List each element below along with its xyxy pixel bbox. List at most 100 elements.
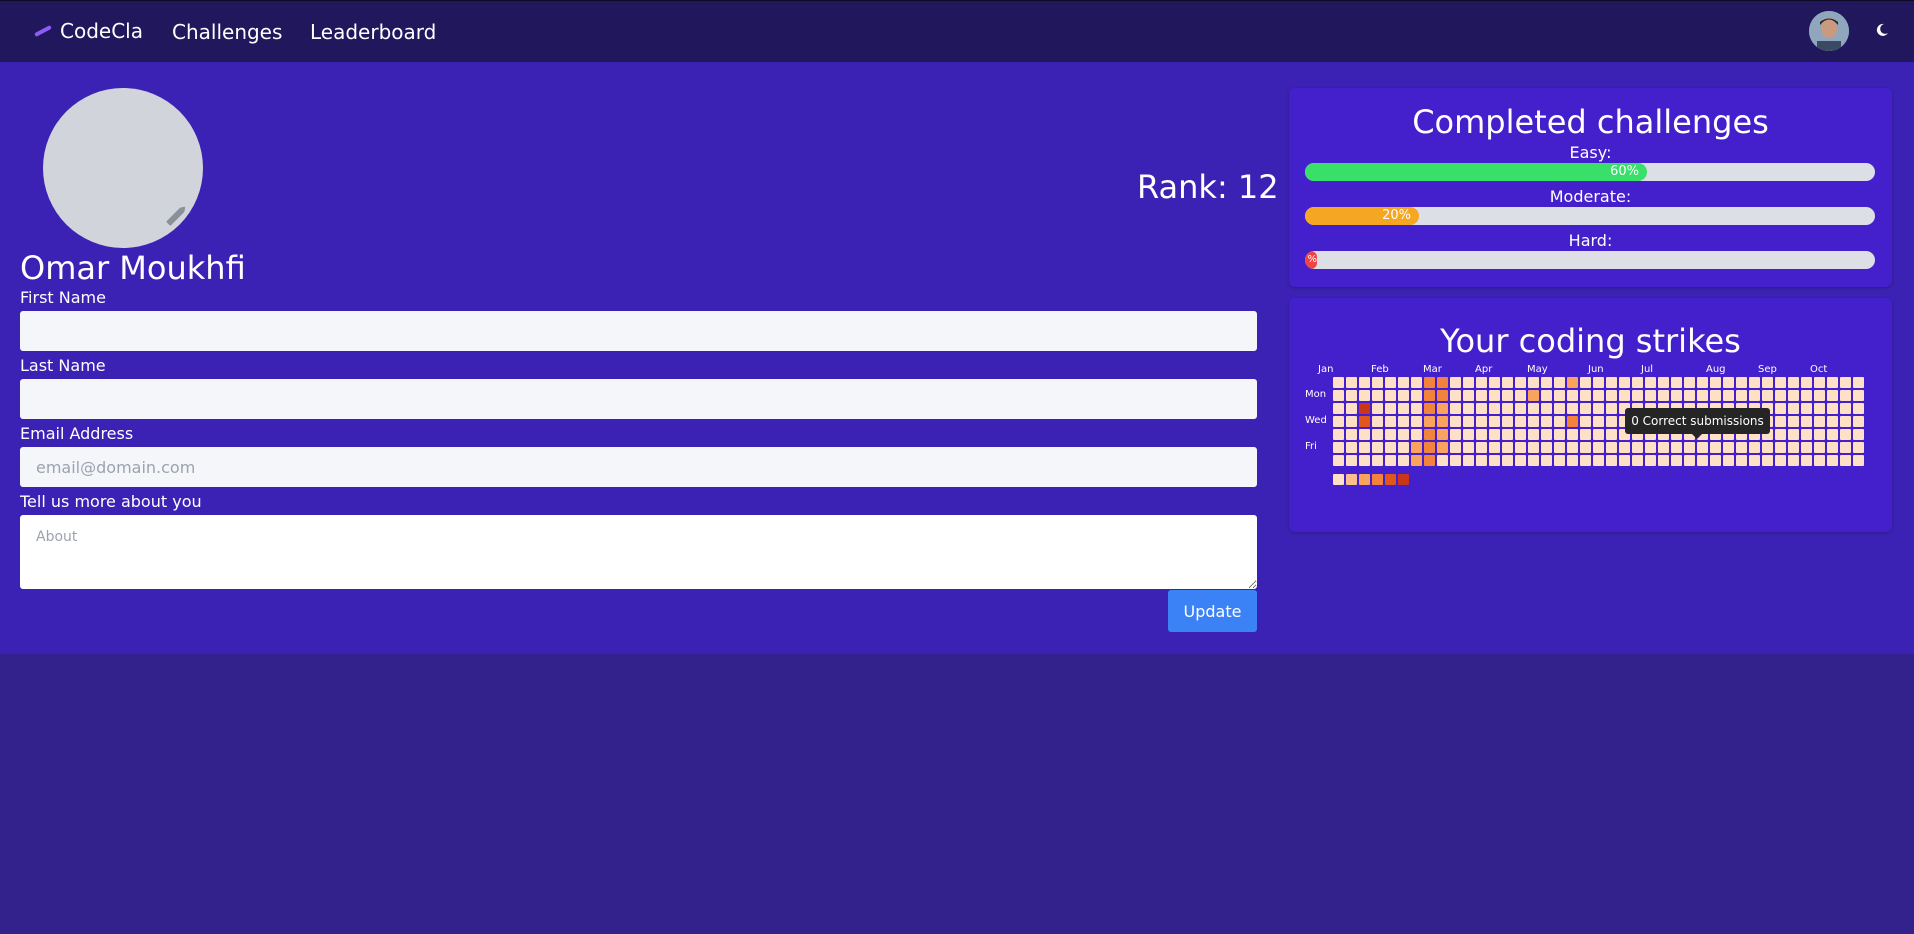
heatmap-cell[interactable]	[1827, 377, 1838, 388]
heatmap-cell[interactable]	[1749, 442, 1760, 453]
heatmap-cell[interactable]	[1788, 442, 1799, 453]
heatmap-cell[interactable]	[1411, 377, 1422, 388]
heatmap-cell[interactable]	[1346, 390, 1357, 401]
heatmap-cell[interactable]	[1346, 429, 1357, 440]
heatmap-cell[interactable]	[1398, 416, 1409, 427]
heatmap-cell[interactable]	[1450, 377, 1461, 388]
heatmap-cell[interactable]	[1567, 377, 1578, 388]
heatmap-cell[interactable]	[1476, 455, 1487, 466]
heatmap-cell[interactable]	[1528, 390, 1539, 401]
heatmap-cell[interactable]	[1359, 455, 1370, 466]
heatmap-cell[interactable]	[1528, 377, 1539, 388]
heatmap-cell[interactable]	[1463, 377, 1474, 388]
heatmap-cell[interactable]	[1398, 390, 1409, 401]
heatmap-cell[interactable]	[1424, 390, 1435, 401]
heatmap-cell[interactable]	[1541, 455, 1552, 466]
heatmap-cell[interactable]	[1606, 403, 1617, 414]
heatmap-cell[interactable]	[1853, 377, 1864, 388]
heatmap-cell[interactable]	[1333, 416, 1344, 427]
heatmap-cell[interactable]	[1346, 377, 1357, 388]
heatmap-cell[interactable]	[1853, 429, 1864, 440]
heatmap-cell[interactable]	[1619, 442, 1630, 453]
heatmap-cell[interactable]	[1658, 455, 1669, 466]
heatmap-cell[interactable]	[1606, 429, 1617, 440]
heatmap-cell[interactable]	[1710, 455, 1721, 466]
heatmap-cell[interactable]	[1580, 416, 1591, 427]
heatmap-cell[interactable]	[1593, 416, 1604, 427]
heatmap-cell[interactable]	[1814, 442, 1825, 453]
heatmap-cell[interactable]	[1723, 377, 1734, 388]
heatmap-cell[interactable]	[1632, 377, 1643, 388]
heatmap-cell[interactable]	[1450, 403, 1461, 414]
heatmap-cell[interactable]	[1658, 377, 1669, 388]
heatmap-cell[interactable]	[1762, 390, 1773, 401]
heatmap-cell[interactable]	[1606, 390, 1617, 401]
heatmap-cell[interactable]	[1554, 390, 1565, 401]
heatmap-cell[interactable]	[1541, 442, 1552, 453]
heatmap-cell[interactable]	[1528, 455, 1539, 466]
heatmap-cell[interactable]	[1801, 403, 1812, 414]
heatmap-cell[interactable]	[1749, 377, 1760, 388]
heatmap-cell[interactable]	[1489, 416, 1500, 427]
heatmap-cell[interactable]	[1671, 442, 1682, 453]
heatmap-cell[interactable]	[1515, 390, 1526, 401]
heatmap-cell[interactable]	[1840, 455, 1851, 466]
heatmap-cell[interactable]	[1619, 455, 1630, 466]
heatmap-cell[interactable]	[1333, 403, 1344, 414]
heatmap-cell[interactable]	[1645, 377, 1656, 388]
heatmap-cell[interactable]	[1788, 416, 1799, 427]
heatmap-cell[interactable]	[1541, 390, 1552, 401]
heatmap-cell[interactable]	[1346, 455, 1357, 466]
heatmap-cell[interactable]	[1606, 416, 1617, 427]
heatmap-cell[interactable]	[1593, 442, 1604, 453]
heatmap-cell[interactable]	[1827, 390, 1838, 401]
heatmap-cell[interactable]	[1801, 390, 1812, 401]
heatmap-cell[interactable]	[1593, 377, 1604, 388]
heatmap-cell[interactable]	[1801, 429, 1812, 440]
heatmap-cell[interactable]	[1359, 377, 1370, 388]
heatmap-cell[interactable]	[1489, 377, 1500, 388]
heatmap-cell[interactable]	[1372, 390, 1383, 401]
heatmap-cell[interactable]	[1346, 403, 1357, 414]
heatmap-cell[interactable]	[1697, 377, 1708, 388]
heatmap-cell[interactable]	[1775, 429, 1786, 440]
about-field[interactable]	[20, 515, 1257, 589]
heatmap-cell[interactable]	[1372, 416, 1383, 427]
heatmap-cell[interactable]	[1528, 403, 1539, 414]
heatmap-cell[interactable]	[1476, 390, 1487, 401]
heatmap-cell[interactable]	[1333, 429, 1344, 440]
heatmap-cell[interactable]	[1359, 416, 1370, 427]
heatmap-cell[interactable]	[1619, 377, 1630, 388]
heatmap-cell[interactable]	[1437, 455, 1448, 466]
heatmap-cell[interactable]	[1788, 403, 1799, 414]
heatmap-cell[interactable]	[1593, 390, 1604, 401]
heatmap-cell[interactable]	[1346, 442, 1357, 453]
heatmap-cell[interactable]	[1671, 455, 1682, 466]
heatmap-cell[interactable]	[1788, 429, 1799, 440]
heatmap-cell[interactable]	[1359, 442, 1370, 453]
heatmap-cell[interactable]	[1593, 455, 1604, 466]
heatmap-cell[interactable]	[1775, 390, 1786, 401]
heatmap-cell[interactable]	[1723, 455, 1734, 466]
heatmap-cell[interactable]	[1489, 390, 1500, 401]
heatmap-cell[interactable]	[1632, 455, 1643, 466]
heatmap-cell[interactable]	[1853, 416, 1864, 427]
heatmap-cell[interactable]	[1372, 403, 1383, 414]
heatmap-cell[interactable]	[1801, 442, 1812, 453]
heatmap-cell[interactable]	[1814, 403, 1825, 414]
email-field[interactable]	[20, 447, 1257, 487]
heatmap-cell[interactable]	[1489, 403, 1500, 414]
heatmap-cell[interactable]	[1853, 403, 1864, 414]
heatmap-cell[interactable]	[1775, 377, 1786, 388]
heatmap-cell[interactable]	[1554, 377, 1565, 388]
heatmap-cell[interactable]	[1502, 429, 1513, 440]
heatmap-cell[interactable]	[1411, 416, 1422, 427]
heatmap-cell[interactable]	[1515, 429, 1526, 440]
heatmap-cell[interactable]	[1788, 377, 1799, 388]
heatmap-cell[interactable]	[1411, 429, 1422, 440]
heatmap-cell[interactable]	[1398, 429, 1409, 440]
heatmap-cell[interactable]	[1762, 377, 1773, 388]
heatmap-cell[interactable]	[1814, 429, 1825, 440]
heatmap-cell[interactable]	[1736, 377, 1747, 388]
heatmap-cell[interactable]	[1528, 416, 1539, 427]
